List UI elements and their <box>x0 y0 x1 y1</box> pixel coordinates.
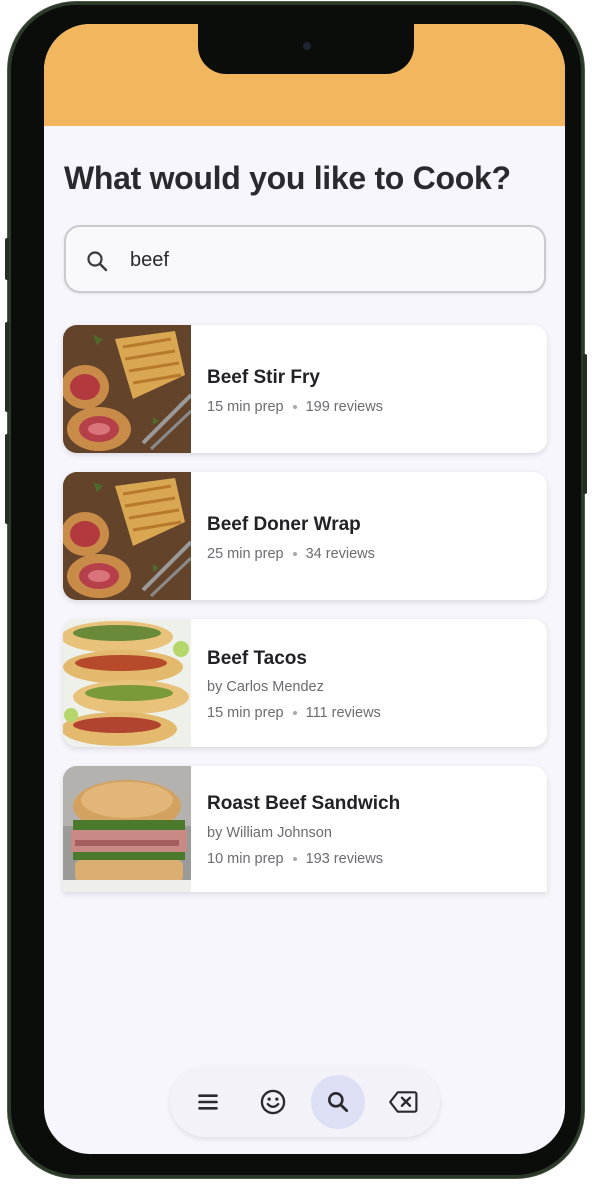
recipe-name: Beef Doner Wrap <box>207 514 361 535</box>
tacos-photo <box>63 619 191 747</box>
recipe-reviews: 199 reviews <box>305 399 383 415</box>
separator-dot <box>292 405 297 410</box>
recipe-reviews: 111 reviews <box>305 705 381 721</box>
beef-wellington-photo <box>63 472 191 600</box>
recipe-meta: 10 min prep 193 reviews <box>207 851 383 867</box>
recipe-name: Beef Stir Fry <box>207 367 320 388</box>
separator-dot <box>292 857 297 862</box>
recipe-card[interactable]: Beef Stir Fry 15 min prep 199 reviews <box>63 325 547 453</box>
backspace-button[interactable] <box>376 1075 430 1129</box>
notch <box>198 24 414 74</box>
page-title: What would you like to Cook? <box>64 160 511 196</box>
recipe-name: Roast Beef Sandwich <box>207 793 401 814</box>
recipe-meta: 25 min prep 34 reviews <box>207 546 375 562</box>
search-input[interactable]: beef <box>130 249 169 272</box>
smiley-button[interactable] <box>246 1075 300 1129</box>
recipe-card[interactable]: Roast Beef Sandwich by William Johnson 1… <box>63 766 547 892</box>
backspace-icon <box>389 1091 418 1113</box>
bottom-nav <box>170 1067 440 1137</box>
recipe-author: by William Johnson <box>207 825 332 841</box>
recipe-reviews: 34 reviews <box>305 546 375 562</box>
sandwich-photo <box>63 766 191 892</box>
recipe-card[interactable]: Beef Doner Wrap 25 min prep 34 reviews <box>63 472 547 600</box>
search-nav-button[interactable] <box>311 1075 365 1129</box>
recipe-name: Beef Tacos <box>207 648 307 669</box>
search-field[interactable]: beef <box>64 225 546 293</box>
search-icon <box>87 251 108 272</box>
smiley-icon <box>260 1089 286 1115</box>
separator-dot <box>292 711 297 716</box>
recipe-meta: 15 min prep 199 reviews <box>207 399 383 415</box>
recipe-card[interactable]: Beef Tacos by Carlos Mendez 15 min prep 1… <box>63 619 547 747</box>
search-icon <box>328 1092 349 1113</box>
recipe-author: by Carlos Mendez <box>207 679 324 695</box>
screen: What would you like to Cook? beef Beef S… <box>44 24 565 1154</box>
volume-up-button <box>5 322 9 412</box>
recipe-prep-time: 15 min prep <box>207 705 284 721</box>
front-camera <box>303 42 311 50</box>
volume-down-button <box>5 434 9 524</box>
recipe-prep-time: 10 min prep <box>207 851 284 867</box>
recipe-meta: 15 min prep 111 reviews <box>207 705 381 721</box>
recipe-reviews: 193 reviews <box>305 851 383 867</box>
phone-frame: What would you like to Cook? beef Beef S… <box>5 2 587 1178</box>
menu-button[interactable] <box>181 1075 235 1129</box>
menu-icon <box>198 1094 218 1110</box>
recipe-prep-time: 25 min prep <box>207 546 284 562</box>
mute-switch <box>5 238 9 280</box>
recipe-prep-time: 15 min prep <box>207 399 284 415</box>
power-button <box>583 354 587 494</box>
beef-wellington-photo <box>63 325 191 453</box>
separator-dot <box>292 552 297 557</box>
